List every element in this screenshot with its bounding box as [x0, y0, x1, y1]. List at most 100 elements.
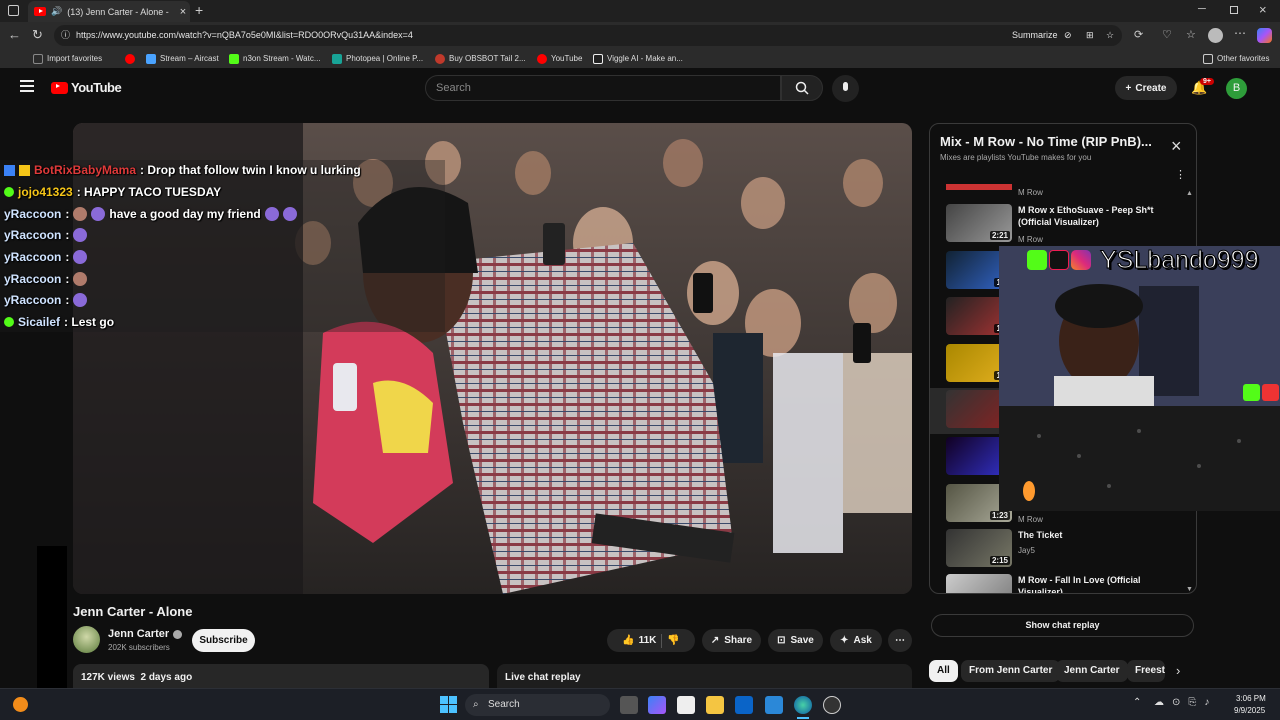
kick-badge-icon	[1243, 384, 1260, 401]
apps-icon[interactable]: ⊞	[1086, 25, 1094, 46]
more-actions-button[interactable]: ⋯	[888, 629, 912, 652]
description-box[interactable]: 127K views 2 days ago	[73, 664, 489, 688]
save-button[interactable]: ⊡ Save	[768, 629, 823, 652]
like-button[interactable]: 👍 11K	[622, 635, 656, 646]
chat-message: yRaccoon:	[4, 250, 88, 264]
folder-icon	[1203, 53, 1213, 64]
browser-essentials-icon[interactable]: ♡	[1162, 28, 1172, 41]
badge-icon	[19, 164, 30, 176]
file-explorer-icon[interactable]	[706, 696, 724, 714]
photos-icon[interactable]	[765, 696, 783, 714]
site-info-icon[interactable]: ⓘ	[61, 25, 70, 46]
channel-name[interactable]: Jenn Carter	[108, 628, 183, 640]
ask-button[interactable]: ✦ Ask	[830, 629, 882, 652]
favorite-item[interactable]: Buy OBSBOT Tail 2...	[435, 52, 526, 65]
playlist-item[interactable]: 2:21 M Row x EthoSuave - Peep Sh*t (Offi…	[946, 204, 1190, 248]
tab-actions-icon[interactable]	[8, 5, 19, 16]
kick-icon	[1027, 250, 1047, 270]
profile-avatar[interactable]	[1208, 28, 1223, 43]
create-button[interactable]: + Create	[1115, 76, 1177, 100]
tray-icons[interactable]: ☁⊙⎘♪	[1154, 697, 1217, 708]
url-field[interactable]: ⓘ https://www.youtube.com/watch?v=nQBA7o…	[54, 25, 1122, 46]
chat-username: yRaccoon	[4, 228, 62, 242]
collections-icon[interactable]: ☆	[1186, 28, 1196, 41]
chevron-right-icon[interactable]: ›	[1176, 663, 1180, 678]
playlist-item[interactable]: 2:15 The Ticket Jay5	[946, 529, 1190, 573]
start-icon[interactable]	[440, 696, 457, 713]
favorite-item[interactable]: Photopea | Online P...	[332, 52, 423, 65]
more-icon[interactable]: ⋯	[1234, 26, 1246, 40]
copilot-icon[interactable]	[1257, 28, 1272, 43]
close-playlist-icon[interactable]: ×	[1171, 136, 1182, 157]
other-favorites[interactable]: Other favorites	[1203, 52, 1269, 65]
refresh-icon[interactable]: ↻	[32, 27, 43, 43]
chip-from-channel[interactable]: From Jenn Carter	[961, 660, 1061, 682]
favorite-star-icon[interactable]: ☆	[1106, 25, 1114, 46]
chat-message: yRaccoon:	[4, 272, 88, 286]
edge-icon[interactable]	[794, 696, 812, 714]
chat-username: yRaccoon	[4, 250, 62, 264]
views-and-date: 127K views 2 days ago	[81, 672, 193, 683]
aircast-icon	[146, 53, 156, 64]
chip-freestyle[interactable]: Freest	[1127, 660, 1165, 682]
subscribe-button[interactable]: Subscribe	[192, 629, 255, 652]
favorite-item[interactable]: YouTube	[537, 52, 582, 65]
favorite-item[interactable]	[125, 52, 139, 65]
show-hidden-icons[interactable]: ⌃	[1133, 697, 1141, 708]
playlist-item-channel: M Row	[1018, 515, 1043, 524]
playlist-title[interactable]: Mix - M Row - No Time (RIP PnB)...	[940, 134, 1152, 149]
badge-icon	[4, 164, 15, 176]
channel-avatar[interactable]	[73, 626, 100, 653]
chat-text: : HAPPY TACO TUESDAY	[76, 185, 222, 199]
weather-icon[interactable]	[13, 697, 28, 712]
taskbar-search[interactable]: ⌕ Search	[465, 694, 610, 716]
instagram-icon	[1071, 250, 1091, 270]
show-chat-replay-button[interactable]: Show chat replay	[931, 614, 1194, 637]
copilot-icon[interactable]	[648, 696, 666, 714]
playlist-menu-icon[interactable]: ⋮	[1175, 168, 1186, 181]
verified-badge-icon	[4, 317, 14, 327]
hamburger-menu-icon[interactable]	[20, 80, 34, 92]
clock-date[interactable]: 9/9/2025	[1234, 706, 1265, 715]
playlist-item[interactable]: M Row	[946, 184, 1190, 197]
share-button[interactable]: ↗ Share	[702, 629, 761, 652]
favorite-item[interactable]: n3on Stream - Watc...	[229, 52, 321, 65]
voice-search-button[interactable]	[832, 75, 859, 102]
browser-tab[interactable]: 🔊 (13) Jenn Carter - Alone - Yo ×	[28, 1, 190, 22]
kick-icon	[229, 53, 239, 64]
new-tab-button[interactable]: +	[195, 2, 203, 18]
task-view-icon[interactable]	[620, 696, 638, 714]
restore-icon[interactable]	[1230, 6, 1238, 14]
summarize-button[interactable]: Summarize	[1012, 25, 1058, 46]
extensions-icon[interactable]: ⟳	[1134, 28, 1143, 41]
playlist-item[interactable]: M Row - Fall In Love (Official Visualize…	[946, 574, 1190, 593]
store-icon[interactable]	[677, 696, 695, 714]
thumbs-down-icon[interactable]: 👎	[667, 635, 679, 646]
favorite-item[interactable]: Viggle AI - Make an...	[593, 52, 683, 65]
notification-badge: 9+	[1200, 78, 1214, 85]
search-button[interactable]	[781, 75, 823, 101]
favorite-item[interactable]: Stream – Aircast	[146, 52, 219, 65]
close-window-icon[interactable]: ×	[1259, 2, 1267, 17]
video-title: Jenn Carter - Alone	[73, 604, 193, 619]
youtube-logo[interactable]: YouTube	[51, 80, 122, 95]
chat-message: yRaccoon:	[4, 228, 88, 242]
obs-icon[interactable]	[823, 696, 841, 714]
import-icon	[33, 53, 43, 64]
outlook-icon[interactable]	[735, 696, 753, 714]
chat-overlay: BotRixBabyMama : Drop that follow twin I…	[0, 160, 445, 332]
viggle-icon	[593, 53, 603, 64]
minimize-icon[interactable]: ─	[1198, 3, 1206, 15]
chip-channel[interactable]: Jenn Carter	[1056, 660, 1128, 682]
search-input[interactable]: Search	[425, 75, 781, 101]
read-aloud-icon[interactable]: ⊘	[1064, 25, 1072, 46]
windows-taskbar: ⌕ Search ⌃ ☁⊙⎘♪ 3:06 PM 9/9/2025	[0, 688, 1280, 720]
account-avatar[interactable]: B	[1226, 78, 1247, 99]
back-icon[interactable]: ←	[8, 27, 21, 42]
streamer-camera-overlay: YSLbando999	[999, 246, 1280, 511]
chip-all[interactable]: All	[929, 660, 958, 682]
close-tab-icon[interactable]: ×	[176, 6, 190, 18]
clock-time[interactable]: 3:06 PM	[1236, 694, 1266, 703]
favorite-item[interactable]: Import favorites	[33, 52, 102, 65]
speaker-icon[interactable]: 🔊	[51, 6, 62, 17]
